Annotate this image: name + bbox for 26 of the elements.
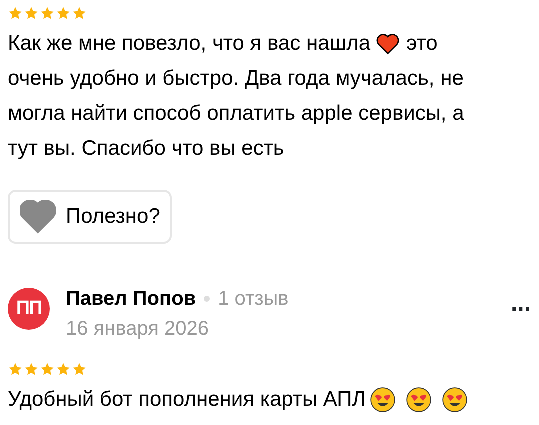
star-icon (72, 6, 87, 20)
star-icon (24, 362, 39, 376)
review-text: это (406, 31, 438, 57)
review-text: Как же мне повезло, что я вас нашла (8, 31, 370, 57)
smiley-icon (406, 386, 432, 412)
author-name[interactable]: Павел Попов (66, 284, 196, 314)
separator-dot (204, 296, 210, 302)
smiley-icon (370, 386, 396, 412)
star-icon (40, 6, 55, 20)
star-icon (56, 6, 71, 20)
avatar: ПП (8, 288, 50, 330)
star-icon (72, 362, 87, 376)
star-icon (56, 362, 71, 376)
review-date: 16 января 2026 (66, 317, 210, 342)
smiley-icon (442, 386, 468, 412)
review-text: Удобный бот пополнения карты АПЛ (8, 387, 366, 413)
star-icon (8, 362, 23, 376)
star-icon (40, 362, 55, 376)
more-button[interactable]: ... (510, 292, 531, 316)
review-text: могла найти способ оплатить apple сервисы, а (8, 101, 464, 127)
star-icon (24, 6, 39, 20)
helpful-button[interactable]: Полезно? (8, 190, 172, 244)
star-icon (8, 6, 23, 20)
review-text: очень удобно и быстро. Два года мучалась, не (8, 66, 464, 92)
heart-icon (20, 200, 56, 234)
review-text: тут вы. Спасибо что вы есть (8, 136, 284, 162)
